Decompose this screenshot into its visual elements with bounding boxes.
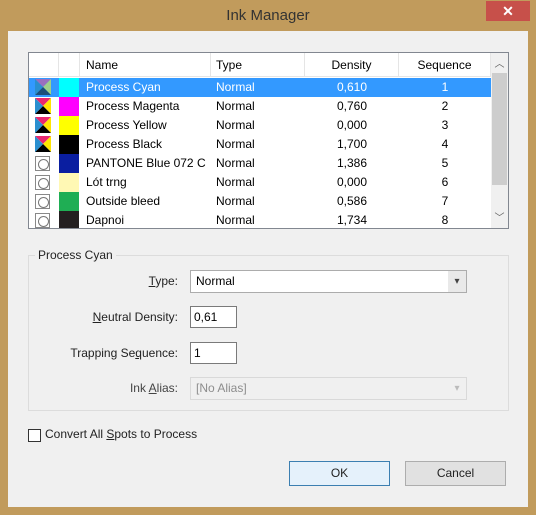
ink-sequence: 3 bbox=[441, 118, 449, 132]
table-row[interactable]: Process Magenta Normal 0,760 2 bbox=[29, 97, 491, 116]
neutral-density-label: Neutral Density: bbox=[18, 306, 178, 328]
table-row[interactable]: Dapnoi Normal 1,734 8 bbox=[29, 211, 491, 228]
ink-details-group: Process Cyan Type: Normal ▾ Neutral Densi… bbox=[28, 248, 509, 411]
label-text: Convert All bbox=[45, 427, 107, 441]
table-row[interactable]: PANTONE Blue 072 C Normal 1,386 5 bbox=[29, 154, 491, 173]
ink-sequence: 2 bbox=[441, 99, 449, 113]
type-value: Normal bbox=[196, 274, 235, 288]
ink-swatch bbox=[59, 211, 79, 228]
close-icon: ✕ bbox=[502, 3, 514, 19]
ink-swatch bbox=[59, 135, 79, 154]
ink-type: Normal bbox=[216, 118, 255, 132]
ink-list[interactable]: Name Type Density Sequence Process Cyan … bbox=[28, 52, 509, 229]
ink-type: Normal bbox=[216, 175, 255, 189]
scroll-thumb[interactable] bbox=[492, 73, 507, 185]
label-text: pots to Process bbox=[114, 427, 198, 441]
table-row[interactable]: Process Cyan Normal 0,610 1 bbox=[29, 78, 491, 97]
mnemonic: q bbox=[135, 346, 142, 360]
scroll-down-icon[interactable]: ﹀ bbox=[491, 210, 508, 227]
ink-alias-dropdown: [No Alias] ▾ bbox=[190, 377, 467, 400]
type-label: Type: bbox=[18, 270, 178, 292]
window-title: Ink Manager bbox=[226, 7, 310, 24]
ink-type: Normal bbox=[216, 156, 255, 170]
table-row[interactable]: Outside bleed Normal 0,586 7 bbox=[29, 192, 491, 211]
ink-sequence: 8 bbox=[441, 213, 449, 227]
header-swatch-col bbox=[59, 53, 80, 77]
ink-sequence: 5 bbox=[441, 156, 449, 170]
ink-name: Lót trng bbox=[86, 175, 127, 189]
ink-swatch bbox=[59, 173, 79, 192]
table-row[interactable]: Lót trng Normal 0,000 6 bbox=[29, 173, 491, 192]
mnemonic: N bbox=[92, 310, 102, 324]
chevron-down-icon: ▾ bbox=[448, 378, 466, 399]
header-density[interactable]: Density bbox=[305, 53, 399, 77]
ink-type: Normal bbox=[216, 137, 255, 151]
convert-spots-label[interactable]: Convert All Spots to Process bbox=[45, 427, 197, 441]
ink-type: Normal bbox=[216, 213, 255, 227]
ink-name: Process Yellow bbox=[86, 118, 167, 132]
ink-density: 0,000 bbox=[336, 175, 368, 189]
ink-type: Normal bbox=[216, 99, 255, 113]
ink-name: PANTONE Blue 072 C bbox=[86, 156, 206, 170]
ink-density: 1,386 bbox=[336, 156, 368, 170]
label-text: ype: bbox=[155, 274, 178, 288]
label-text: uence: bbox=[141, 346, 178, 360]
ink-density: 1,734 bbox=[336, 213, 368, 227]
table-row[interactable]: Process Yellow Normal 0,000 3 bbox=[29, 116, 491, 135]
ink-density: 0,000 bbox=[336, 118, 368, 132]
chevron-down-icon: ▾ bbox=[448, 271, 466, 292]
ink-density: 0,760 bbox=[336, 99, 368, 113]
convert-spots-checkbox[interactable] bbox=[28, 429, 41, 442]
list-scrollbar[interactable]: ︿ ﹀ bbox=[491, 53, 508, 228]
alias-value: [No Alias] bbox=[196, 381, 247, 395]
ok-button[interactable]: OK bbox=[289, 461, 390, 486]
ink-sequence: 7 bbox=[441, 194, 449, 208]
ink-alias-label: Ink Alias: bbox=[18, 377, 178, 399]
ink-swatch bbox=[59, 154, 79, 173]
ink-swatch bbox=[59, 192, 79, 211]
group-title: Process Cyan bbox=[35, 248, 116, 262]
label-text: lias: bbox=[156, 381, 178, 395]
header-name[interactable]: Name bbox=[80, 53, 211, 77]
ink-type: Normal bbox=[216, 194, 255, 208]
ink-name: Process Cyan bbox=[86, 80, 161, 94]
table-row[interactable]: Process Black Normal 1,700 4 bbox=[29, 135, 491, 154]
ink-name: Process Black bbox=[86, 137, 163, 151]
ink-density: 0,610 bbox=[336, 80, 368, 94]
ink-swatch bbox=[59, 97, 79, 116]
ink-name: Dapnoi bbox=[86, 213, 125, 227]
trapping-sequence-input[interactable]: 1 bbox=[190, 342, 237, 364]
type-dropdown[interactable]: Normal ▾ bbox=[190, 270, 467, 293]
scroll-up-icon[interactable]: ︿ bbox=[491, 56, 508, 73]
header-type[interactable]: Type bbox=[211, 53, 305, 77]
ink-name: Outside bleed bbox=[86, 194, 161, 208]
ink-sequence: 4 bbox=[441, 137, 449, 151]
trapping-sequence-label: Trapping Sequence: bbox=[18, 342, 178, 364]
ink-density: 0,586 bbox=[336, 194, 368, 208]
ink-density: 1,700 bbox=[336, 137, 368, 151]
list-header: Name Type Density Sequence bbox=[29, 53, 491, 77]
ink-swatch bbox=[59, 116, 79, 135]
cancel-button[interactable]: Cancel bbox=[405, 461, 506, 486]
ink-sequence: 6 bbox=[441, 175, 449, 189]
label-text: eutral Density: bbox=[101, 310, 178, 324]
ink-name: Process Magenta bbox=[86, 99, 180, 113]
dialog-body: Name Type Density Sequence Process Cyan … bbox=[8, 31, 528, 507]
label-text: Trapping Se bbox=[70, 346, 136, 360]
ink-swatch bbox=[59, 78, 79, 97]
mnemonic: A bbox=[148, 381, 157, 395]
header-icon-col bbox=[29, 53, 59, 77]
ink-type: Normal bbox=[216, 80, 255, 94]
label-text: Ink bbox=[129, 381, 149, 395]
header-sequence[interactable]: Sequence bbox=[399, 53, 491, 77]
neutral-density-input[interactable]: 0,61 bbox=[190, 306, 237, 328]
ink-sequence: 1 bbox=[441, 80, 449, 94]
close-button[interactable]: ✕ bbox=[486, 1, 530, 21]
